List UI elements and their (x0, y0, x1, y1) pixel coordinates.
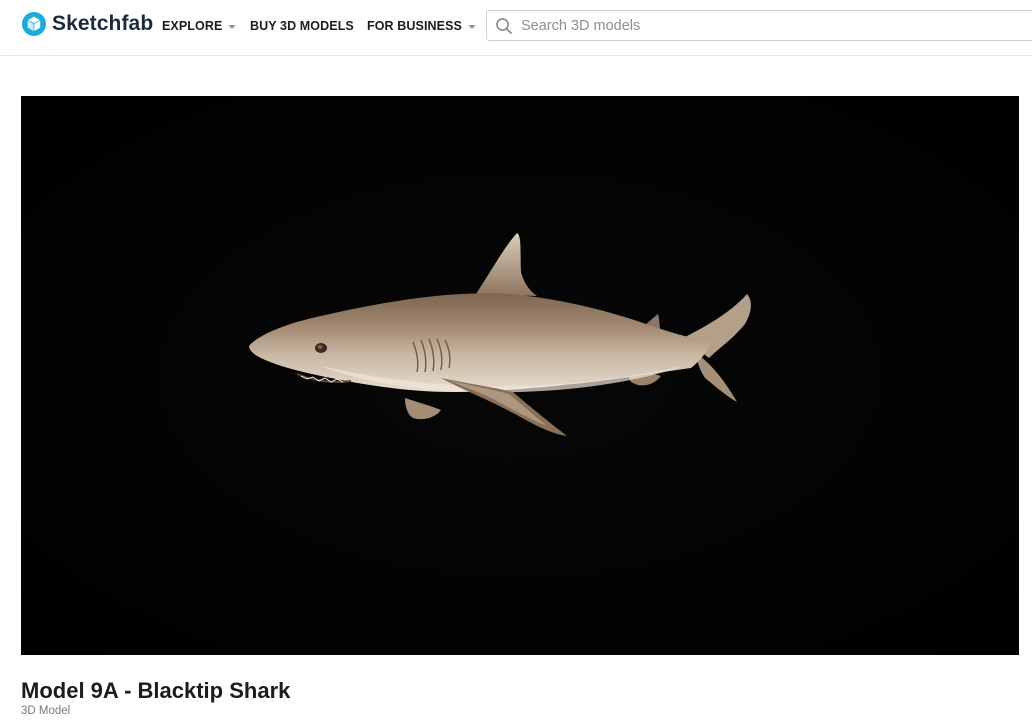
model-viewer[interactable] (21, 96, 1019, 655)
nav-for-business[interactable]: FOR BUSINESS (367, 0, 476, 52)
top-header: Sketchfab EXPLORE BUY 3D MODELS FOR BUSI… (0, 0, 1032, 56)
sketchfab-logo[interactable]: Sketchfab (22, 11, 153, 37)
nav-explore-label: EXPLORE (162, 19, 223, 33)
chevron-down-icon (228, 24, 237, 29)
nav-buy-3d-models[interactable]: BUY 3D MODELS (250, 0, 354, 52)
nav-buy-label: BUY 3D MODELS (250, 19, 354, 33)
search-box[interactable] (486, 10, 1032, 41)
model-type-label: 3D Model (21, 705, 71, 717)
chevron-down-icon (467, 24, 476, 29)
model-title: Model 9A - Blacktip Shark (21, 678, 291, 703)
logo-text: Sketchfab (52, 12, 154, 35)
nav-explore[interactable]: EXPLORE (162, 0, 237, 52)
nav-business-label: FOR BUSINESS (367, 19, 462, 33)
shark-model-render (21, 96, 1019, 655)
search-icon[interactable] (495, 17, 513, 35)
search-input[interactable] (519, 10, 1023, 41)
sketchfab-logo-icon (22, 12, 46, 36)
